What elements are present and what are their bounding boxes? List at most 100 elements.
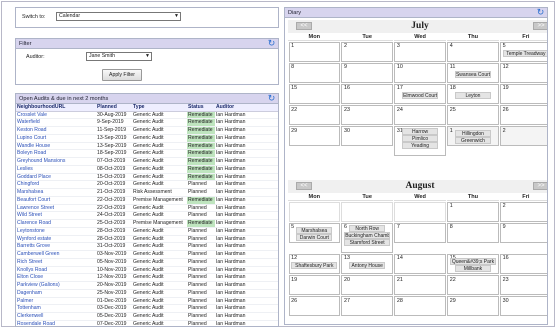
next-month-button[interactable]: >>	[533, 22, 547, 30]
calendar-day[interactable]: 12	[500, 62, 547, 83]
calendar-event[interactable]: Queen&#39;s Park	[449, 257, 496, 265]
calendar-day[interactable]: 30	[341, 126, 393, 147]
neighbourhood-link[interactable]: Parkview (Galions)	[16, 281, 96, 290]
calendar-day[interactable]: 14	[394, 253, 446, 274]
calendar-day[interactable]: 7	[394, 222, 446, 243]
refresh-icon[interactable]: ↻	[267, 94, 276, 103]
calendar-day[interactable]: 23	[500, 275, 547, 296]
calendar-day[interactable]: 13 Antony House	[341, 253, 393, 274]
calendar-day[interactable]: 6North RowBuckingham ChambersStamford St…	[341, 222, 393, 253]
refresh-icon[interactable]: ↻	[267, 39, 276, 48]
calendar-day[interactable]: 1	[288, 41, 340, 62]
neighbourhood-link[interactable]: Lawrence Street	[16, 204, 96, 213]
calendar-day[interactable]: 22	[288, 105, 340, 126]
neighbourhood-link[interactable]: Dagenham	[16, 289, 96, 298]
calendar-event[interactable]: Millbank	[454, 264, 491, 272]
neighbourhood-link[interactable]: Marshalsea	[16, 188, 96, 197]
neighbourhood-link[interactable]: Waterfield	[16, 118, 96, 128]
calendar-day[interactable]: 4	[447, 41, 499, 62]
neighbourhood-link[interactable]: Goddard Place	[16, 173, 96, 182]
calendar-day[interactable]: 15Queen&#39;s ParkMillbank	[447, 253, 499, 274]
calendar-day[interactable]: 25	[447, 105, 499, 126]
calendar-event[interactable]: Elmwood Court	[402, 91, 439, 99]
calendar-event[interactable]: North Row	[349, 224, 386, 232]
calendar-day[interactable]: 5 Temple Treadway	[500, 41, 547, 62]
calendar-day[interactable]: 26	[288, 296, 340, 317]
neighbourhood-link[interactable]: Rich Street	[16, 258, 96, 267]
calendar-event[interactable]: Hillingdon	[454, 130, 491, 138]
neighbourhood-link[interactable]: Tottenham	[16, 304, 96, 314]
calendar-event[interactable]: Temple Treadway	[502, 49, 547, 57]
calendar-day[interactable]: 3	[394, 41, 446, 62]
calendar-day[interactable]: 10	[394, 62, 446, 83]
refresh-icon[interactable]: ↻	[536, 8, 545, 17]
calendar-event[interactable]: Stamford Street	[344, 238, 391, 246]
neighbourhood-link[interactable]: Barretts Grove	[16, 242, 96, 252]
calendar-day[interactable]: 23	[341, 105, 393, 126]
next-month-button[interactable]: >>	[533, 182, 547, 190]
calendar-day[interactable]: 29	[447, 296, 499, 317]
calendar-day[interactable]: 29	[288, 126, 340, 147]
auditor-select[interactable]: Jane Smith ▼	[86, 52, 152, 61]
calendar-event[interactable]: Pimlico	[402, 135, 439, 143]
calendar-day[interactable]: 1 Hillingdon Greenwich	[447, 126, 499, 147]
calendar-event[interactable]: Leyton	[454, 91, 491, 99]
calendar-day[interactable]: 20	[341, 275, 393, 296]
calendar-day[interactable]: 18 Leyton	[447, 83, 499, 104]
calendar-day[interactable]: 1	[447, 201, 499, 222]
calendar-day[interactable]: 30	[500, 296, 547, 317]
neighbourhood-link[interactable]: Knollys Road	[16, 266, 96, 275]
calendar-event[interactable]: Shaftesbury Park	[291, 261, 338, 269]
calendar-event[interactable]: Yeading	[402, 142, 439, 150]
calendar-day[interactable]: 19	[288, 275, 340, 296]
calendar-event[interactable]: Antony House	[349, 261, 386, 269]
calendar-event[interactable]: Buckingham Chambers	[344, 231, 391, 239]
neighbourhood-link[interactable]: Chingford	[16, 180, 96, 190]
neighbourhood-link[interactable]: Palmer	[16, 297, 96, 306]
calendar-day[interactable]: 17 Elmwood Court	[394, 83, 446, 104]
neighbourhood-link[interactable]: Lupino Court	[16, 134, 96, 143]
calendar-day[interactable]: 11 Swansea Court	[447, 62, 499, 83]
neighbourhood-link[interactable]: Rosendale Road	[16, 320, 96, 326]
neighbourhood-link[interactable]: Wild Street	[16, 211, 96, 221]
calendar-event[interactable]: Harrow	[402, 128, 439, 136]
calendar-day[interactable]: 21	[394, 275, 446, 296]
view-select[interactable]: Calendar ▼	[56, 12, 181, 21]
neighbourhood-link[interactable]: Clarence Road	[16, 219, 96, 228]
calendar-day[interactable]: 24	[394, 105, 446, 126]
calendar-event[interactable]: Swansea Court	[454, 70, 491, 78]
calendar-day[interactable]: 31 Harrow Pimlico Yeading	[394, 126, 446, 157]
calendar-day[interactable]: 28	[394, 296, 446, 317]
calendar-day[interactable]: 5 Marshalsea Darwin Court	[288, 222, 340, 243]
calendar-day[interactable]: 8	[447, 222, 499, 243]
neighbourhood-link[interactable]: Crosslet Vale	[16, 111, 96, 120]
calendar-day[interactable]: 9	[341, 62, 393, 83]
calendar-day[interactable]: 2	[341, 41, 393, 62]
calendar-day[interactable]: 16	[500, 253, 547, 274]
neighbourhood-link[interactable]: Leytonstone	[16, 227, 96, 236]
calendar-day[interactable]: 27	[341, 296, 393, 317]
neighbourhood-link[interactable]: Camberwell Green	[16, 250, 96, 259]
calendar-day[interactable]: 2	[500, 201, 547, 222]
calendar-day[interactable]: 22	[447, 275, 499, 296]
calendar-day[interactable]: 2	[500, 126, 547, 147]
calendar-day[interactable]: 26	[500, 105, 547, 126]
calendar-event[interactable]: Darwin Court	[296, 233, 333, 241]
neighbourhood-link[interactable]: Elton Close	[16, 273, 96, 283]
neighbourhood-link[interactable]: Keston Road	[16, 126, 96, 135]
calendar-day[interactable]: 16	[341, 83, 393, 104]
calendar-event[interactable]: Marshalsea	[296, 226, 333, 234]
calendar-day[interactable]: 19	[500, 83, 547, 104]
calendar-day[interactable]: 15	[288, 83, 340, 104]
calendar-day[interactable]: 8	[288, 62, 340, 83]
neighbourhood-link[interactable]: Wynford estate	[16, 235, 96, 244]
calendar-day[interactable]: 9	[500, 222, 547, 243]
neighbourhood-link[interactable]: Clerkenwell	[16, 312, 96, 321]
neighbourhood-link[interactable]: Beaufort Court	[16, 196, 96, 205]
calendar-day[interactable]: 12 Shaftesbury Park	[288, 253, 340, 274]
neighbourhood-link[interactable]: Wandle House	[16, 142, 96, 151]
neighbourhood-link[interactable]: Greyhound Mansions	[16, 157, 96, 166]
neighbourhood-link[interactable]: Leslies	[16, 165, 96, 174]
neighbourhood-link[interactable]: Boleyn Road	[16, 149, 96, 159]
apply-filter-button[interactable]: Apply Filter	[102, 69, 142, 81]
